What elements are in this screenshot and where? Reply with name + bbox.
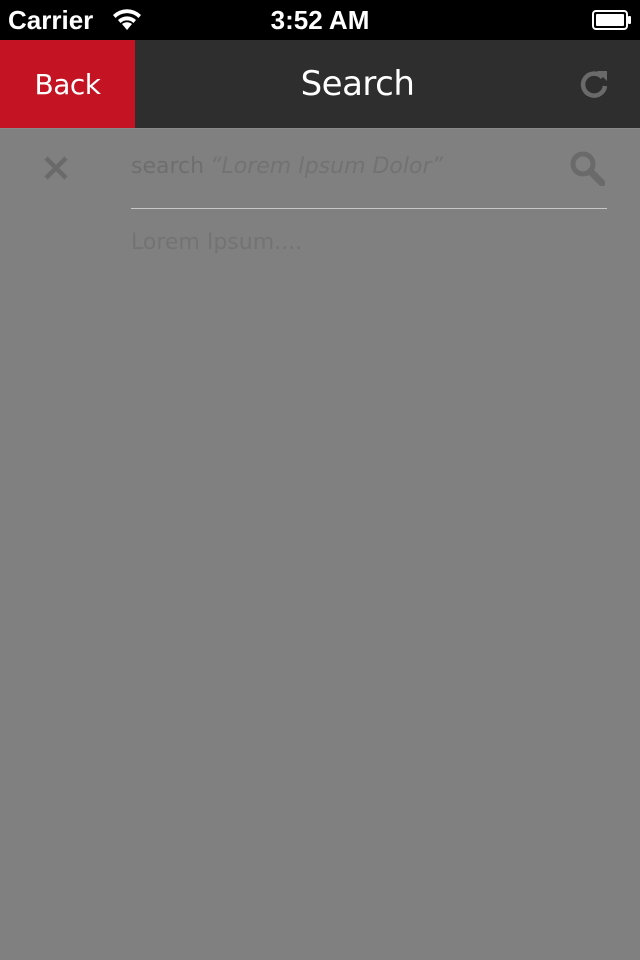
- search-icon[interactable]: [569, 150, 605, 186]
- search-field[interactable]: search “Lorem Ipsum Dolor”: [131, 140, 607, 209]
- battery-icon: [592, 10, 631, 30]
- status-bar: Carrier 3:52 AM: [0, 0, 640, 40]
- page-title: Search: [300, 64, 415, 104]
- search-input[interactable]: search “Lorem Ipsum Dolor”: [131, 150, 443, 184]
- close-icon[interactable]: [40, 152, 72, 184]
- refresh-icon[interactable]: [578, 68, 610, 100]
- clock: 3:52 AM: [270, 5, 370, 35]
- navigation-bar: Back Search: [0, 40, 640, 129]
- search-prefix: search: [131, 154, 205, 179]
- list-item[interactable]: Lorem Ipsum....: [131, 228, 302, 258]
- search-query: “Lorem Ipsum Dolor”: [210, 154, 443, 179]
- back-button[interactable]: Back: [0, 40, 135, 128]
